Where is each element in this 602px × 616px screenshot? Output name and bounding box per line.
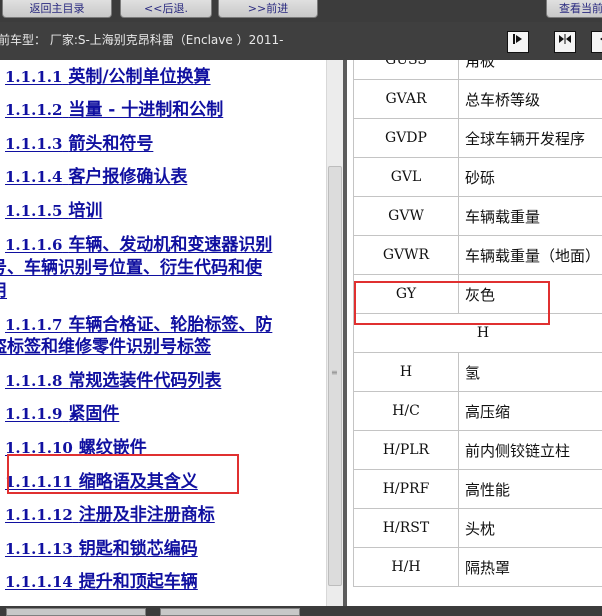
table-row: H/PRF 高性能 (353, 469, 602, 509)
toc-item-10[interactable]: 1.1.1.10 螺纹嵌件 (5, 433, 147, 458)
toc-item-6-line2[interactable]: 号、车辆识别号位置、衍生代码和使 (0, 253, 262, 278)
bottom-button[interactable] (6, 608, 146, 616)
table-row: GVWR 车辆载重量（地面） (353, 235, 602, 275)
abbreviation-table: GUSS 角板 GVAR 总车桥等级 GVDP 全球车辆开发程序 GVL 砂砾 … (353, 60, 602, 587)
meaning-cell: 砂砾 (458, 157, 602, 197)
abbr-cell: H/H (353, 547, 459, 587)
table-row: GVAR 总车桥等级 (353, 79, 602, 119)
toc-item-6[interactable]: 1.1.1.6 车辆、发动机和变速器识别 (5, 230, 272, 255)
table-row: GUSS 角板 (353, 60, 602, 80)
table-row: H/PLR 前内侧铰链立柱 (353, 430, 602, 470)
section-header: H (353, 313, 602, 353)
scroll-thumb[interactable]: ≡ (328, 166, 342, 586)
toc-pane: 1.1.1.1 英制/公制单位换算 1.1.1.2 当量 - 十进制和公制 1.… (0, 60, 326, 606)
table-row: H/H 隔热罩 (353, 547, 602, 587)
meaning-cell: 车辆载重量（地面） (458, 235, 602, 275)
section-header-row: H (353, 313, 602, 353)
meaning-cell: 高压缩 (458, 391, 602, 431)
arrow-right-icon[interactable] (507, 31, 529, 53)
meaning-cell: 前内侧铰链立柱 (458, 430, 602, 470)
toc-item-2[interactable]: 1.1.1.2 当量 - 十进制和公制 (5, 95, 223, 120)
grip-icon: ≡ (331, 368, 338, 377)
toc-item-4[interactable]: 1.1.1.4 客户报修确认表 (5, 162, 187, 187)
arrow-left-icon[interactable] (591, 31, 602, 53)
home-button[interactable]: 返回主目录 (2, 0, 112, 18)
toc-item-13[interactable]: 1.1.1.13 钥匙和锁芯编码 (5, 534, 198, 559)
abbr-cell: H/PLR (353, 430, 459, 470)
toc-item-8[interactable]: 1.1.1.8 常规选装件代码列表 (5, 366, 221, 391)
table-row: H 氢 (353, 352, 602, 392)
toc-item-3[interactable]: 1.1.1.3 箭头和符号 (5, 129, 153, 154)
abbr-cell: GVDP (353, 118, 459, 158)
bottom-button[interactable] (160, 608, 300, 616)
meaning-cell: 总车桥等级 (458, 79, 602, 119)
bottom-bar (0, 606, 602, 616)
back-button[interactable]: <<后退. (120, 0, 212, 18)
abbr-cell: GVL (353, 157, 459, 197)
view-current-button[interactable]: 查看当前 (546, 0, 602, 18)
meaning-cell: 氢 (458, 352, 602, 392)
abbreviation-table-pane: GUSS 角板 GVAR 总车桥等级 GVDP 全球车辆开发程序 GVL 砂砾 … (347, 60, 602, 606)
toc-item-7-line2[interactable]: 盗标签和维修零件识别号标签 (0, 332, 211, 357)
meaning-cell: 角板 (458, 60, 602, 80)
abbr-cell: GUSS (353, 60, 459, 80)
toc-item-11[interactable]: 1.1.1.11 缩略语及其含义 (5, 467, 198, 492)
table-row: GVW 车辆载重量 (353, 196, 602, 236)
toc-item-12[interactable]: 1.1.1.12 注册及非注册商标 (5, 500, 215, 525)
meaning-cell: 头枕 (458, 508, 602, 548)
meaning-cell: 全球车辆开发程序 (458, 118, 602, 158)
top-toolbar: 返回主目录 <<后退. >>前进 查看当前 (0, 0, 602, 22)
table-row: GVL 砂砾 (353, 157, 602, 197)
abbr-cell: GY (353, 274, 459, 314)
toc-item-9[interactable]: 1.1.1.9 紧固件 (5, 399, 119, 424)
abbr-cell: GVAR (353, 79, 459, 119)
abbr-cell: GVWR (353, 235, 459, 275)
toc-item-6-line3[interactable]: 用 (0, 276, 7, 301)
toc-item-14[interactable]: 1.1.1.14 提升和顶起车辆 (5, 567, 198, 592)
toc-item-5[interactable]: 1.1.1.5 培训 (5, 196, 102, 221)
vehicle-bar: 当前车型： 厂家:S-上海别克昂科雷（Enclave ）2011- (0, 22, 602, 60)
toc-scrollbar[interactable]: ≡ (326, 60, 344, 606)
table-row: H/C 高压缩 (353, 391, 602, 431)
table-row: GY 灰色 (353, 274, 602, 314)
toc-item-1[interactable]: 1.1.1.1 英制/公制单位换算 (5, 62, 211, 87)
abbr-cell: H/PRF (353, 469, 459, 509)
abbr-cell: H/RST (353, 508, 459, 548)
table-row: H/RST 头枕 (353, 508, 602, 548)
vehicle-info: 当前车型： 厂家:S-上海别克昂科雷（Enclave ）2011- (0, 33, 284, 47)
meaning-cell: 灰色 (458, 274, 602, 314)
meaning-cell: 高性能 (458, 469, 602, 509)
meaning-cell: 隔热罩 (458, 547, 602, 587)
meaning-cell: 车辆载重量 (458, 196, 602, 236)
abbr-cell: H (353, 352, 459, 392)
forward-button[interactable]: >>前进 (218, 0, 318, 18)
table-row: GVDP 全球车辆开发程序 (353, 118, 602, 158)
abbr-cell: GVW (353, 196, 459, 236)
split-arrows-icon[interactable] (554, 31, 576, 53)
abbr-cell: H/C (353, 391, 459, 431)
